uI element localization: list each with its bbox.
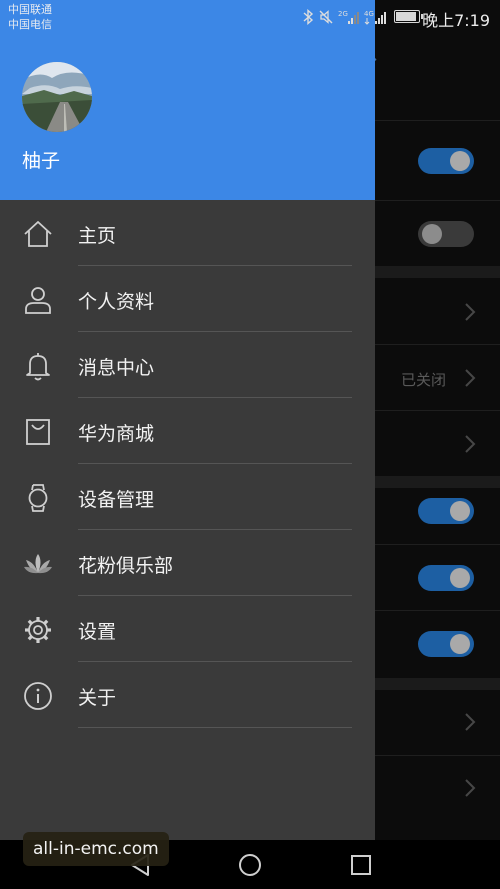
- carrier-1: 中国联通: [8, 3, 52, 16]
- avatar-landscape-image: [22, 62, 92, 132]
- gear-icon: [25, 617, 51, 643]
- menu-label: 主页: [78, 225, 117, 247]
- avatar[interactable]: [22, 62, 92, 132]
- home-icon: [24, 221, 52, 247]
- background-toggle-5[interactable]: [418, 631, 474, 657]
- lotus-icon: [24, 554, 52, 574]
- network-type-1: 2G: [338, 10, 348, 18]
- menu-label: 关于: [78, 687, 117, 709]
- background-toggle-4[interactable]: [418, 565, 474, 591]
- background-divider: [375, 610, 500, 611]
- menu-item-device-management[interactable]: 设备管理: [0, 464, 375, 530]
- menu-label: 设置: [78, 621, 117, 643]
- menu-item-huawei-store[interactable]: 华为商城: [0, 398, 375, 464]
- background-divider: [375, 200, 500, 201]
- bluetooth-icon: [303, 9, 314, 25]
- background-divider: [375, 120, 500, 121]
- navigation-drawer: 柚子 主页 个人资料 消息中心 华为商城 设备管理 花粉俱乐部 设置 关于: [0, 0, 375, 840]
- chevron-right-icon: [465, 779, 476, 797]
- status-bar: 中国联通 中国电信 2G 4G 晚上7:19: [0, 0, 500, 34]
- shopping-bag-icon: [26, 419, 50, 445]
- battery-icon: [394, 10, 423, 23]
- recents-button[interactable]: [348, 852, 374, 878]
- status-time: 晚上7:19: [422, 11, 490, 30]
- background-value-closed: 已关闭: [401, 371, 447, 389]
- menu-label: 个人资料: [78, 291, 155, 313]
- carrier-2: 中国电信: [8, 18, 52, 31]
- background-divider: [375, 344, 500, 345]
- background-section-separator: [375, 678, 500, 690]
- status-icons: 2G 4G: [302, 8, 388, 26]
- screen: 已关闭 柚子 主页 个人资料 消息中心 华为商城 设备管理 花粉俱乐部 设置 关…: [0, 0, 500, 889]
- signal-2-icon: 4G: [364, 10, 386, 25]
- info-icon: [24, 682, 52, 710]
- menu-item-home[interactable]: 主页: [0, 200, 375, 266]
- watermark: all-in-emc.com: [23, 832, 169, 866]
- chevron-right-icon: [465, 369, 476, 387]
- mute-icon: [319, 10, 333, 24]
- home-button[interactable]: [237, 852, 263, 878]
- background-divider: [375, 544, 500, 545]
- menu-label: 花粉俱乐部: [78, 555, 174, 577]
- person-icon: [25, 287, 51, 314]
- signal-1-icon: 2G: [338, 10, 359, 24]
- menu-item-profile[interactable]: 个人资料: [0, 266, 375, 332]
- menu-label: 设备管理: [78, 489, 155, 511]
- background-toggle-2[interactable]: [418, 221, 474, 247]
- menu-item-fan-club[interactable]: 花粉俱乐部: [0, 530, 375, 596]
- background-section-separator: [375, 476, 500, 488]
- chevron-right-icon: [465, 435, 476, 453]
- background-divider: [375, 755, 500, 756]
- menu-label: 华为商城: [78, 423, 155, 445]
- menu-label: 消息中心: [78, 357, 155, 379]
- chevron-right-icon: [465, 713, 476, 731]
- username: 柚子: [22, 150, 61, 172]
- background-divider: [375, 410, 500, 411]
- menu-item-settings[interactable]: 设置: [0, 596, 375, 662]
- menu-item-messages[interactable]: 消息中心: [0, 332, 375, 398]
- network-type-2: 4G: [364, 10, 374, 18]
- watch-icon: [28, 484, 48, 512]
- bell-icon: [26, 353, 50, 381]
- chevron-right-icon: [465, 303, 476, 321]
- menu-divider: [78, 727, 352, 728]
- background-toggle-3[interactable]: [418, 498, 474, 524]
- background-toggle-1[interactable]: [418, 148, 474, 174]
- menu-item-about[interactable]: 关于: [0, 662, 375, 728]
- background-section-separator: [375, 266, 500, 278]
